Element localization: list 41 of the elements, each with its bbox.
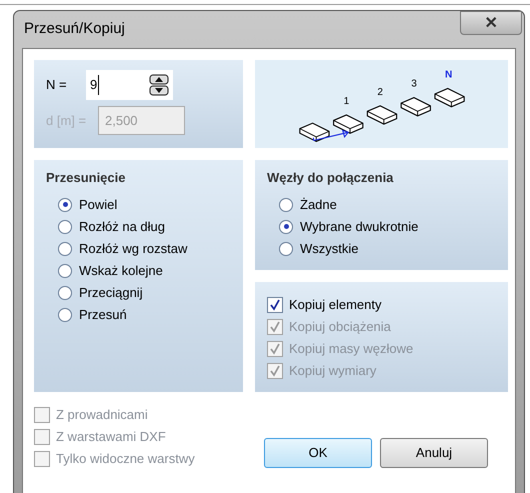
dialog-button[interactable]: Anuluj <box>380 438 488 468</box>
checkmark-icon <box>269 321 281 333</box>
count-label: N = <box>46 76 68 94</box>
option-label: Wybrane dwukrotnie <box>300 218 418 236</box>
radio-button[interactable] <box>279 198 293 212</box>
option-label: Rozłóż wg rozstaw <box>79 240 188 258</box>
option-label: Powiel <box>79 196 118 214</box>
option-label: Kopiuj masy węzłowe <box>289 340 414 358</box>
option-label: Przeciągnij <box>79 284 143 302</box>
radio-button[interactable] <box>58 286 72 300</box>
checkmark-icon <box>269 365 281 377</box>
count-spinner[interactable]: 9 <box>86 70 173 100</box>
checkbox[interactable] <box>267 297 283 313</box>
dialog-button[interactable]: OK <box>264 438 372 468</box>
spinner-arrows-icon[interactable] <box>149 74 169 96</box>
panel-title: Przesunięcie <box>46 169 126 187</box>
option-label: Przesuń <box>79 306 127 324</box>
radio-button[interactable] <box>58 198 72 212</box>
option-label: Z warstawami DXF <box>56 428 166 446</box>
copy-diagram-drawing: 1 2 3 N <box>285 62 500 146</box>
option-label: Kopiuj wymiary <box>289 362 376 380</box>
option-label: Wszystkie <box>300 240 358 258</box>
option-label: Wskaż kolejne <box>79 262 163 280</box>
radio-button[interactable] <box>279 242 293 256</box>
option-label: Żadne <box>300 196 337 214</box>
radio-button[interactable] <box>58 242 72 256</box>
radio-button[interactable] <box>279 220 293 234</box>
option-label: Kopiuj elementy <box>289 296 382 314</box>
option-label: Z prowadnicami <box>56 406 148 424</box>
count-value: 9 <box>90 75 100 95</box>
radio-button[interactable] <box>58 220 72 234</box>
checkmark-icon <box>269 343 281 355</box>
close-button[interactable]: ✕ <box>460 11 522 35</box>
option-label: Kopiuj obciążenia <box>289 318 391 336</box>
window-title: Przesuń/Kopiuj <box>24 19 125 40</box>
panel-title: Węzły do połączenia <box>267 169 394 187</box>
option-label: Rozłóż na dług <box>79 218 165 236</box>
radio-button[interactable] <box>58 308 72 322</box>
radio-button[interactable] <box>58 264 72 278</box>
checkmark-icon <box>269 299 281 311</box>
option-label: Tylko widoczne warstwy <box>56 450 195 468</box>
